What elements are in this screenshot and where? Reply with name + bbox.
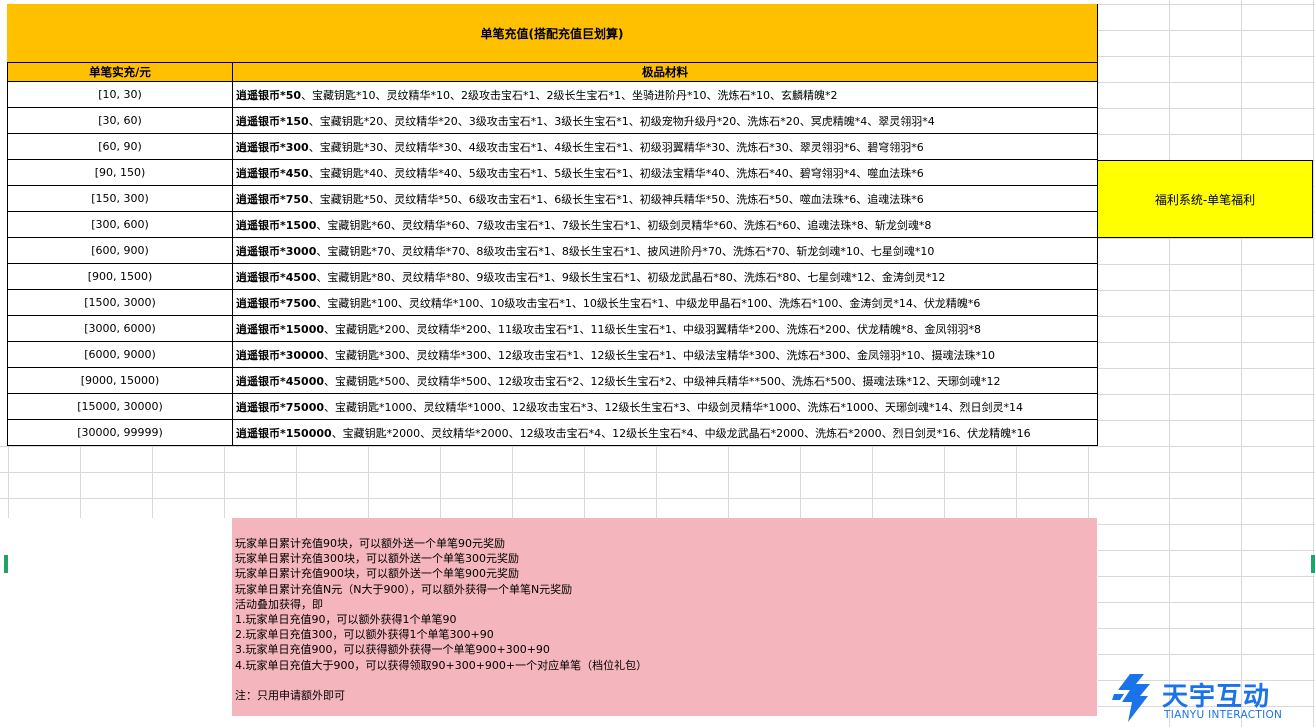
range-cell[interactable]: [3000, 6000) [7, 315, 233, 342]
table-row: [3000, 6000) 逍遥银币*15000、宝藏钥匙*200、灵纹精华*200… [7, 315, 1098, 342]
silver-amount: 逍遥银币*4500 [236, 270, 317, 284]
silver-amount: 逍遥银币*75000 [236, 400, 325, 414]
silver-amount: 逍遥银币*150000 [236, 426, 332, 440]
materials-cell[interactable]: 逍遥银币*15000、宝藏钥匙*200、灵纹精华*200、11级攻击宝石*1、1… [232, 315, 1098, 342]
materials-list: 、宝藏钥匙*500、灵纹精华*500、12级攻击宝石*2、12级长生宝石*2、中… [324, 374, 1001, 388]
materials-list: 、宝藏钥匙*40、灵纹精华*40、5级攻击宝石*1、5级长生宝石*1、初级法宝精… [308, 166, 924, 180]
reward-table: 单笔实充/元 极品材料 [10, 30) 逍遥银币*50、宝藏钥匙*10、灵纹精华… [7, 62, 1098, 446]
table-row: [9000, 15000) 逍遥银币*45000、宝藏钥匙*500、灵纹精华*50… [7, 367, 1098, 394]
table-row: [6000, 9000) 逍遥银币*30000、宝藏钥匙*300、灵纹精华*300… [7, 341, 1098, 368]
materials-cell[interactable]: 逍遥银币*300、宝藏钥匙*30、灵纹精华*30、4级攻击宝石*1、4级长生宝石… [232, 133, 1098, 160]
logo-name: 天宇互动 [1162, 682, 1271, 712]
note-line: 玩家单日累计充值300块，可以额外送一个单笔300元奖励 [235, 552, 519, 566]
table-row: [1500, 3000) 逍遥银币*7500、宝藏钥匙*100、灵纹精华*100、… [7, 289, 1098, 316]
materials-list: 、宝藏钥匙*2000、灵纹精华*2000、12级攻击宝石*4、12级长生宝石*4… [331, 426, 1031, 440]
silver-amount: 逍遥银币*45000 [236, 374, 325, 388]
range-cell[interactable]: [9000, 15000) [7, 367, 233, 394]
sheet-title-cell[interactable]: 单笔充值(搭配充值巨划算) [7, 4, 1098, 62]
note-line: 玩家单日累计充值90块，可以额外送一个单笔90元奖励 [235, 537, 505, 550]
materials-cell[interactable]: 逍遥银币*1500、宝藏钥匙*60、灵纹精华*60、7级攻击宝石*1、7级长生宝… [232, 211, 1098, 238]
range-cell[interactable]: [300, 600) [7, 211, 233, 238]
materials-list: 、宝藏钥匙*50、灵纹精华*50、6级攻击宝石*1、6级长生宝石*1、初级神兵精… [308, 192, 924, 206]
table-row: [30, 60) 逍遥银币*150、宝藏钥匙*20、灵纹精华*20、3级攻击宝石*… [7, 107, 1098, 134]
welfare-cell[interactable]: 福利系统-单笔福利 [1097, 160, 1313, 238]
table-row: [90, 150) 逍遥银币*450、宝藏钥匙*40、灵纹精华*40、5级攻击宝石… [7, 159, 1098, 186]
materials-cell[interactable]: 逍遥银币*7500、宝藏钥匙*100、灵纹精华*100、10级攻击宝石*1、10… [232, 289, 1098, 316]
company-logo: 天宇互动 TIANYU INTERACTION [1110, 672, 1310, 724]
note-cell[interactable]: 玩家单日累计充值90块，可以额外送一个单笔90元奖励玩家单日累计充值300块，可… [232, 518, 1097, 716]
note-line: 1.玩家单日充值90，可以额外获得1个单笔90 [235, 612, 457, 626]
range-cell[interactable]: [15000, 30000) [7, 393, 233, 420]
silver-amount: 逍遥银币*150 [236, 114, 309, 128]
range-cell[interactable]: [30000, 99999) [7, 419, 233, 446]
range-cell[interactable]: [150, 300) [7, 185, 233, 212]
materials-cell[interactable]: 逍遥银币*30000、宝藏钥匙*300、灵纹精华*300、12级攻击宝石*1、1… [232, 341, 1098, 368]
range-cell[interactable]: [30, 60) [7, 107, 233, 134]
note-line [235, 673, 1094, 688]
materials-cell[interactable]: 逍遥银币*750、宝藏钥匙*50、灵纹精华*50、6级攻击宝石*1、6级长生宝石… [232, 185, 1098, 212]
table-row: [150, 300) 逍遥银币*750、宝藏钥匙*50、灵纹精华*50、6级攻击宝… [7, 185, 1098, 212]
range-cell[interactable]: [6000, 9000) [7, 341, 233, 368]
table-row: [60, 90) 逍遥银币*300、宝藏钥匙*30、灵纹精华*30、4级攻击宝石*… [7, 133, 1098, 160]
materials-cell[interactable]: 逍遥银币*50、宝藏钥匙*10、灵纹精华*10、2级攻击宝石*1、2级长生宝石*… [232, 81, 1098, 108]
note-line: 4.玩家单日充值大于900，可以获得领取90+300+900+一个对应单笔（档位… [235, 658, 648, 672]
note-line: 活动叠加获得，即 [235, 597, 323, 611]
table-row: [300, 600) 逍遥银币*1500、宝藏钥匙*60、灵纹精华*60、7级攻击… [7, 211, 1098, 238]
table-header-row: 单笔实充/元 极品材料 [7, 62, 1098, 82]
materials-cell[interactable]: 逍遥银币*4500、宝藏钥匙*80、灵纹精华*80、9级攻击宝石*1、9级长生宝… [232, 263, 1098, 290]
materials-list: 、宝藏钥匙*300、灵纹精华*300、12级攻击宝石*1、12级长生宝石*1、中… [324, 348, 995, 362]
silver-amount: 逍遥银币*30000 [236, 348, 325, 362]
range-cell[interactable]: [600, 900) [7, 237, 233, 264]
materials-list: 、宝藏钥匙*70、灵纹精华*70、8级攻击宝石*1、8级长生宝石*1、披风进阶丹… [316, 244, 935, 258]
header-range[interactable]: 单笔实充/元 [7, 62, 233, 82]
silver-amount: 逍遥银币*50 [236, 88, 302, 102]
table-row: [10, 30) 逍遥银币*50、宝藏钥匙*10、灵纹精华*10、2级攻击宝石*1… [7, 81, 1098, 108]
note-line: 注：只用申请额外即可 [235, 688, 345, 702]
range-cell[interactable]: [900, 1500) [7, 263, 233, 290]
table-row: [15000, 30000) 逍遥银币*75000、宝藏钥匙*1000、灵纹精华*… [7, 393, 1098, 420]
materials-list: 、宝藏钥匙*100、灵纹精华*100、10级攻击宝石*1、10级长生宝石*1、中… [316, 296, 981, 310]
sheet-title: 单笔充值(搭配充值巨划算) [480, 26, 624, 41]
materials-list: 、宝藏钥匙*30、灵纹精华*30、4级攻击宝石*1、4级长生宝石*1、初级羽翼精… [308, 140, 924, 154]
note-line: 3.玩家单日充值900，可以获得额外获得一个单笔900+300+90 [235, 643, 550, 657]
materials-cell[interactable]: 逍遥银币*150、宝藏钥匙*20、灵纹精华*20、3级攻击宝石*1、3级长生宝石… [232, 107, 1098, 134]
materials-list: 、宝藏钥匙*200、灵纹精华*200、11级攻击宝石*1、11级长生宝石*1、中… [324, 322, 981, 336]
silver-amount: 逍遥银币*750 [236, 192, 309, 206]
sheet-gridlines-gap [0, 446, 1098, 518]
materials-cell[interactable]: 逍遥银币*150000、宝藏钥匙*2000、灵纹精华*2000、12级攻击宝石*… [232, 419, 1098, 446]
welfare-label: 福利系统-单笔福利 [1154, 192, 1256, 207]
materials-cell[interactable]: 逍遥银币*450、宝藏钥匙*40、灵纹精华*40、5级攻击宝石*1、5级长生宝石… [232, 159, 1098, 186]
logo-mark-icon [1112, 674, 1150, 722]
silver-amount: 逍遥银币*7500 [236, 296, 317, 310]
range-cell[interactable]: [90, 150) [7, 159, 233, 186]
materials-list: 、宝藏钥匙*1000、灵纹精华*1000、12级攻击宝石*3、12级长生宝石*3… [324, 400, 1023, 414]
silver-amount: 逍遥银币*450 [236, 166, 309, 180]
silver-amount: 逍遥银币*1500 [236, 218, 317, 232]
logo-subtitle: TIANYU INTERACTION [1164, 709, 1283, 721]
table-row: [30000, 99999) 逍遥银币*150000、宝藏钥匙*2000、灵纹精华… [7, 419, 1098, 446]
silver-amount: 逍遥银币*3000 [236, 244, 317, 258]
row-marker-left [4, 555, 8, 573]
materials-list: 、宝藏钥匙*80、灵纹精华*80、9级攻击宝石*1、9级长生宝石*1、初级龙武晶… [316, 270, 946, 284]
silver-amount: 逍遥银币*300 [236, 140, 309, 154]
materials-cell[interactable]: 逍遥银币*75000、宝藏钥匙*1000、灵纹精华*1000、12级攻击宝石*3… [232, 393, 1098, 420]
note-line: 2.玩家单日充值300，可以额外获得1个单笔300+90 [235, 628, 494, 642]
range-cell[interactable]: [1500, 3000) [7, 289, 233, 316]
materials-cell[interactable]: 逍遥银币*3000、宝藏钥匙*70、灵纹精华*70、8级攻击宝石*1、8级长生宝… [232, 237, 1098, 264]
note-line: 玩家单日累计充值900块，可以额外送一个单笔900元奖励 [235, 567, 519, 581]
table-row: [900, 1500) 逍遥银币*4500、宝藏钥匙*80、灵纹精华*80、9级攻… [7, 263, 1098, 290]
range-cell[interactable]: [10, 30) [7, 81, 233, 108]
range-cell[interactable]: [60, 90) [7, 133, 233, 160]
table-row: [600, 900) 逍遥银币*3000、宝藏钥匙*70、灵纹精华*70、8级攻击… [7, 237, 1098, 264]
materials-list: 、宝藏钥匙*20、灵纹精华*20、3级攻击宝石*1、3级长生宝石*1、初级宠物升… [308, 114, 935, 128]
silver-amount: 逍遥银币*15000 [236, 322, 325, 336]
materials-cell[interactable]: 逍遥银币*45000、宝藏钥匙*500、灵纹精华*500、12级攻击宝石*2、1… [232, 367, 1098, 394]
row-marker-right [1311, 555, 1315, 573]
materials-list: 、宝藏钥匙*60、灵纹精华*60、7级攻击宝石*1、7级长生宝石*1、初级剑灵精… [316, 218, 932, 232]
materials-list: 、宝藏钥匙*10、灵纹精华*10、2级攻击宝石*1、2级长生宝石*1、坐骑进阶丹… [301, 88, 838, 102]
note-line: 玩家单日累计充值N元（N大于900），可以额外获得一个单笔N元奖励 [235, 582, 573, 596]
header-materials[interactable]: 极品材料 [232, 62, 1098, 82]
